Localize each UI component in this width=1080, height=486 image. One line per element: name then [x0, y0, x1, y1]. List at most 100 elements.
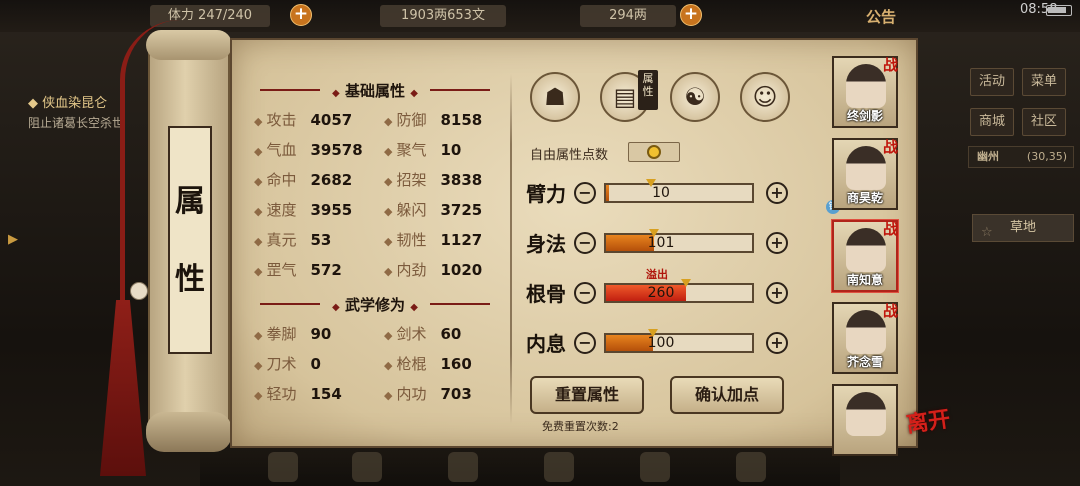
base-stat-4: ◆ 命中 2682 [254, 168, 352, 192]
avatar [846, 392, 886, 436]
attribute-value: 100 [647, 335, 675, 351]
dock-item-icon[interactable] [352, 452, 382, 482]
stat-value: 53 [310, 231, 332, 249]
stat-label: 拳脚 [266, 325, 297, 343]
attribute-name: 根骨 [526, 282, 566, 306]
overflow-label: 溢出 [646, 268, 668, 281]
dock-item-icon[interactable] [736, 452, 766, 482]
battle-tag: 战 [882, 56, 898, 74]
activity-button[interactable]: 活动 [970, 68, 1014, 96]
stat-label: 剑术 [396, 325, 427, 343]
stat-value: 3955 [310, 201, 353, 219]
yinyang-icon: ☯ [684, 83, 706, 111]
stat-value: 3838 [440, 171, 483, 189]
base-attributes-heading: ◆ 基础属性 ◆ [260, 80, 490, 101]
base-stat-5: ◆ 招架 3838 [384, 168, 482, 192]
avatar [846, 228, 886, 272]
stat-value: 10 [440, 141, 462, 159]
dock-item-icon[interactable] [544, 452, 574, 482]
martial-stat-0: ◆ 拳脚 90 [254, 322, 331, 346]
diamond-icon: ◆ [384, 265, 393, 278]
dock-item-icon[interactable] [268, 452, 298, 482]
dock-item-icon[interactable] [448, 452, 478, 482]
diamond-icon: ◆ [254, 205, 263, 218]
character-name: 芥念雪 [846, 355, 883, 369]
base-stat-2: ◆ 气血 39578 [254, 138, 363, 162]
base-stat-0: ◆ 攻击 4057 [254, 108, 352, 132]
stat-label: 枪棍 [396, 355, 427, 373]
base-stat-11: ◆ 内劲 1020 [384, 258, 482, 282]
character-card[interactable] [832, 384, 898, 456]
character-list: 锁 终剑影战商昊乾战南知意战芥念雪战 [824, 48, 908, 456]
tab-equipment[interactable]: ☗ [530, 72, 580, 122]
diamond-icon: ◆ [384, 389, 393, 402]
stat-label: 攻击 [266, 111, 297, 129]
notice-button[interactable]: 公告 [866, 6, 896, 27]
location-coords: (30,35) [1026, 150, 1067, 163]
menu-button[interactable]: 菜单 [1022, 68, 1066, 96]
stat-label: 刀术 [266, 355, 297, 373]
character-card[interactable]: 芥念雪 战 [832, 302, 898, 374]
character-card[interactable]: 商昊乾 战 [832, 138, 898, 210]
reset-attributes-button[interactable]: 重置属性 [530, 376, 644, 414]
attribute-value: 101 [647, 235, 675, 251]
stat-label: 速度 [266, 201, 297, 219]
base-stat-1: ◆ 防御 8158 [384, 108, 482, 132]
quest-title-text: 侠血染昆仑 [42, 96, 108, 111]
stat-value: 8158 [440, 111, 483, 129]
body-icon: ☺ [752, 83, 778, 111]
terrain-label: 草地 [1009, 220, 1036, 235]
stat-label: 罡气 [266, 261, 297, 279]
stat-value: 1127 [440, 231, 483, 249]
character-name: 南知意 [846, 273, 883, 287]
avatar [846, 146, 886, 190]
avatar [846, 310, 886, 354]
decrease-button[interactable]: − [574, 182, 596, 204]
attribute-bar: 100 [604, 329, 754, 353]
confirm-points-button[interactable]: 确认加点 [670, 376, 784, 414]
stat-label: 招架 [396, 171, 427, 189]
decrease-button[interactable]: − [574, 332, 596, 354]
community-button[interactable]: 社区 [1022, 108, 1066, 136]
stat-label: 命中 [266, 171, 297, 189]
martial-attributes-title: 武学修为 [344, 296, 405, 314]
add-stamina-button[interactable]: + [290, 4, 312, 26]
tab-meridians[interactable]: ☺ [740, 72, 790, 122]
attributes-tab-badge: 属性 [638, 70, 658, 110]
base-stat-7: ◆ 躲闪 3725 [384, 198, 482, 222]
stat-label: 防御 [396, 111, 427, 129]
tab-bagua[interactable]: ☯ [670, 72, 720, 122]
stat-value: 0 [310, 355, 321, 373]
stat-value: 1020 [440, 261, 483, 279]
character-card[interactable]: 终剑影 战 [832, 56, 898, 128]
money-display: 1903两653文 [380, 5, 506, 27]
increase-button[interactable]: + [766, 332, 788, 354]
attribute-bar: 101 [604, 229, 754, 253]
battle-tag: 战 [882, 302, 898, 320]
diamond-icon: ◆ [384, 235, 393, 248]
increase-button[interactable]: + [766, 182, 788, 204]
shop-button[interactable]: 商城 [970, 108, 1014, 136]
expand-arrow-icon[interactable]: ▶ [8, 232, 18, 247]
martial-stat-4: ◆ 轻功 154 [254, 382, 342, 406]
increase-button[interactable]: + [766, 282, 788, 304]
ingot-display: 294两 [580, 5, 676, 27]
add-ingot-button[interactable]: + [680, 4, 702, 26]
diamond-icon: ◆ [384, 115, 393, 128]
increase-button[interactable]: + [766, 232, 788, 254]
decrease-button[interactable]: − [574, 232, 596, 254]
terrain-display: ☆ 草地 [972, 214, 1074, 242]
leave-button[interactable]: 离开 [904, 401, 952, 439]
battery-icon [1046, 5, 1072, 16]
coin-icon [647, 145, 661, 159]
dock-item-icon[interactable] [640, 452, 670, 482]
stat-label: 内功 [396, 385, 427, 403]
decrease-button[interactable]: − [574, 282, 596, 304]
martial-attributes-heading: ◆ 武学修为 ◆ [260, 294, 490, 315]
stat-label: 气血 [266, 141, 297, 159]
scroll-rod-bottom [146, 412, 232, 452]
diamond-icon: ◆ [254, 265, 263, 278]
diamond-icon: ◆ [384, 145, 393, 158]
martial-stat-5: ◆ 内功 703 [384, 382, 472, 406]
character-card[interactable]: 南知意 战 [832, 220, 898, 292]
